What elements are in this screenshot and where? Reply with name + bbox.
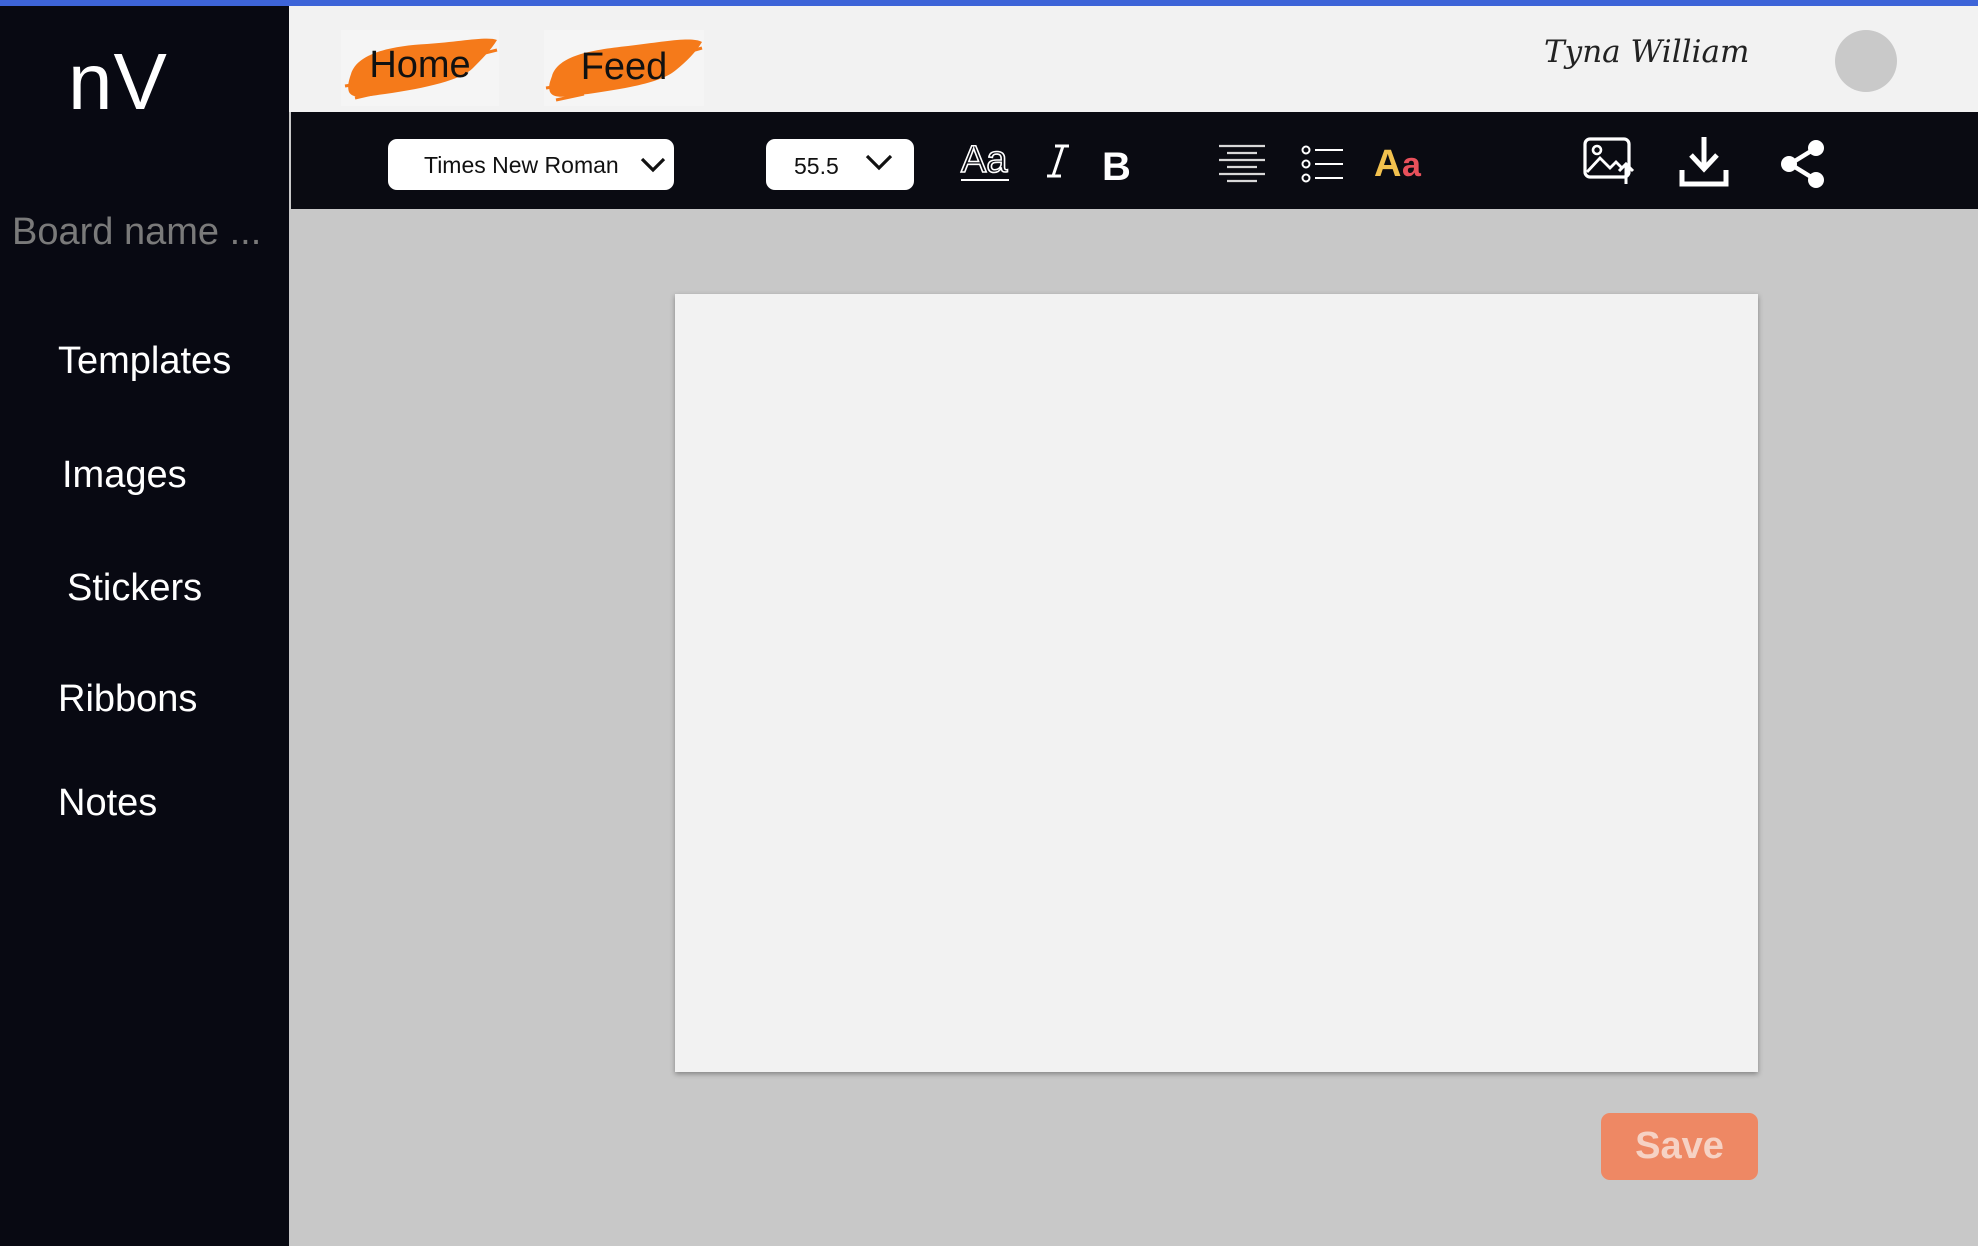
text-color-button[interactable]: A a	[1372, 140, 1428, 184]
user-name: Tyna William	[1544, 34, 1750, 70]
sidebar-item-images[interactable]: Images	[62, 454, 187, 497]
bold-glyph: B	[1102, 145, 1131, 184]
top-accent-line	[0, 0, 1978, 6]
sidebar-item-ribbons[interactable]: Ribbons	[58, 678, 197, 721]
board-name-input[interactable]	[12, 204, 286, 260]
tab-feed-label: Feed	[580, 46, 668, 88]
format-toolbar: Times New Roman 55.5 Aa B A a	[291, 112, 1978, 209]
text-color-glyph-lower: a	[1402, 146, 1422, 184]
sidebar-item-stickers[interactable]: Stickers	[67, 567, 202, 610]
text-style-glyph: Aa	[961, 139, 1008, 181]
download-button[interactable]	[1679, 134, 1729, 188]
font-family-value: Times New Roman	[424, 152, 619, 178]
italic-button[interactable]	[1043, 140, 1073, 182]
share-icon	[1781, 140, 1824, 188]
align-center-icon	[1219, 144, 1265, 183]
tab-home-label: Home	[369, 44, 471, 86]
sidebar-item-notes[interactable]: Notes	[58, 782, 157, 825]
tab-feed[interactable]: Feed	[544, 30, 704, 106]
sidebar: nV Templates Images Stickers Ribbons Not…	[0, 6, 289, 1246]
save-button[interactable]: Save	[1601, 1113, 1758, 1180]
italic-icon	[1047, 144, 1069, 178]
top-header: Home Feed Tyna William	[289, 6, 1978, 112]
bullet-list-button[interactable]	[1301, 145, 1345, 183]
text-color-glyph-upper: A	[1374, 143, 1401, 184]
sidebar-item-templates[interactable]: Templates	[58, 340, 231, 383]
avatar[interactable]	[1835, 30, 1897, 92]
font-size-select[interactable]: 55.5	[766, 139, 914, 190]
bold-button[interactable]: B	[1101, 142, 1133, 184]
chevron-down-icon	[865, 154, 893, 171]
chevron-down-icon	[640, 157, 666, 173]
upload-image-button[interactable]	[1582, 136, 1636, 186]
font-size-value: 55.5	[794, 153, 839, 179]
font-family-select[interactable]: Times New Roman	[388, 139, 674, 190]
text-color-icon: A a	[1374, 143, 1422, 184]
board-canvas[interactable]	[675, 294, 1758, 1072]
bold-icon: B	[1102, 145, 1131, 184]
bullet-list-icon	[1301, 145, 1343, 183]
text-style-button[interactable]: Aa	[959, 138, 1011, 184]
align-center-button[interactable]	[1217, 142, 1267, 184]
app-logo[interactable]: nV	[68, 36, 168, 128]
download-icon	[1679, 137, 1729, 187]
upload-image-icon	[1583, 137, 1635, 184]
tab-home[interactable]: Home	[341, 30, 499, 106]
share-button[interactable]	[1778, 138, 1828, 190]
text-style-icon: Aa	[960, 138, 1009, 182]
